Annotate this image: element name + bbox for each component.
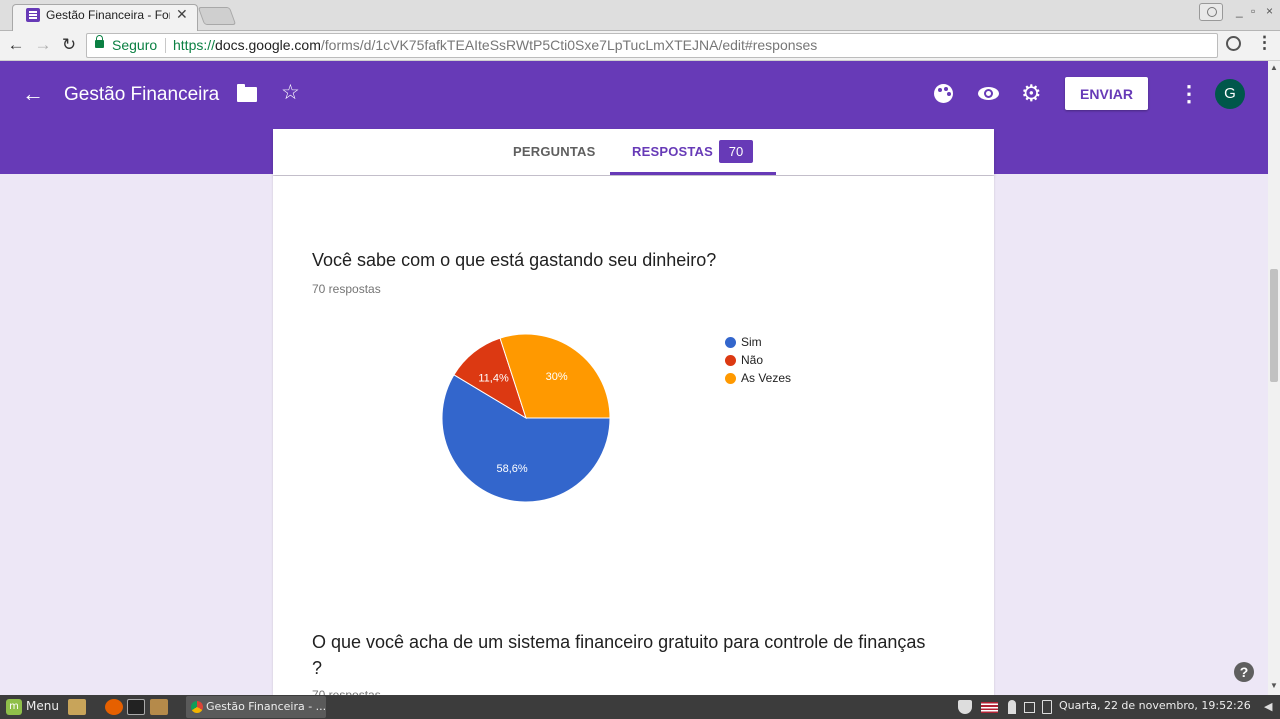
palette-icon[interactable]	[934, 84, 953, 103]
scroll-up-icon[interactable]: ▲	[1270, 63, 1278, 72]
maximize-icon[interactable]: ▫	[1251, 4, 1255, 18]
chrome-menu-icon[interactable]: ⋮	[1256, 33, 1273, 53]
legend-label: As Vezes	[741, 371, 792, 385]
extension-icon[interactable]	[1226, 36, 1241, 51]
legend-item[interactable]: As Vezes	[725, 369, 791, 387]
settings-gear-icon[interactable]: ⚙	[1021, 81, 1042, 105]
chrome-icon	[191, 701, 203, 713]
form-title[interactable]: Gestão Financeira	[64, 84, 219, 106]
legend-item[interactable]: Sim	[725, 333, 791, 351]
firefox-launcher-icon[interactable]	[105, 699, 123, 715]
back-arrow-icon[interactable]: ←	[22, 81, 44, 107]
question-title-continued: ?	[312, 658, 323, 678]
chart-legend: Sim Não As Vezes	[725, 333, 791, 387]
legend-dot	[725, 336, 736, 348]
forms-favicon-icon	[26, 8, 40, 22]
address-bar[interactable]: Seguro https://docs.google.com/forms/d/1…	[86, 33, 1218, 58]
profile-icon[interactable]	[1199, 3, 1223, 21]
taskbar-window-chrome[interactable]: Gestão Financeira - ...	[186, 696, 326, 718]
shield-icon[interactable]	[958, 700, 972, 714]
lock-icon	[95, 35, 104, 48]
scroll-thumb[interactable]	[1270, 269, 1278, 382]
tab-close-icon[interactable]: ✕	[176, 6, 188, 23]
os-taskbar: m Menu Gestão Financeira - ... Quarta, 2…	[0, 695, 1280, 719]
clock[interactable]: Quarta, 22 de novembro, 19:52:26	[1059, 699, 1251, 712]
start-menu-label[interactable]: Menu	[26, 699, 59, 713]
browser-toolbar: ← → ↻ Seguro https://docs.google.com/for…	[0, 31, 1280, 61]
form-tabs: PERGUNTAS RESPOSTAS 70	[273, 129, 994, 175]
folder-launcher-icon[interactable]	[150, 699, 168, 715]
help-icon[interactable]: ?	[1234, 662, 1254, 682]
pie-slice-label: 11,4%	[478, 372, 509, 384]
tab-questions[interactable]: PERGUNTAS	[513, 144, 595, 159]
user-icon[interactable]	[1008, 700, 1016, 714]
question-title: O que você acha de um sistema financeiro…	[312, 632, 926, 652]
back-icon[interactable]: ←	[6, 35, 26, 55]
active-tab-indicator	[610, 172, 776, 175]
secure-label: Seguro	[112, 37, 158, 53]
scroll-down-icon[interactable]: ▼	[1270, 681, 1278, 690]
files-launcher-icon[interactable]	[68, 699, 86, 715]
legend-dot	[725, 354, 736, 366]
us-flag-icon[interactable]	[981, 702, 998, 713]
legend-label: Não	[741, 353, 764, 367]
responses-card: Você sabe com o que está gastando seu di…	[273, 176, 994, 696]
omnibox-divider	[165, 38, 166, 53]
terminal-launcher-icon[interactable]	[127, 699, 145, 715]
legend-item[interactable]: Não	[725, 351, 791, 369]
browser-tab-title: Gestão Financeira - For	[46, 8, 170, 22]
avatar[interactable]: G	[1215, 79, 1245, 109]
new-tab-button[interactable]	[197, 7, 237, 25]
tab-responses[interactable]: RESPOSTAS	[632, 144, 713, 159]
reload-icon[interactable]: ↻	[59, 35, 79, 55]
minimize-icon[interactable]: _	[1236, 4, 1243, 18]
clipboard-icon[interactable]	[1042, 700, 1052, 714]
volume-icon[interactable]: ◀	[1264, 700, 1276, 714]
pie-slice-label: 58,6%	[496, 463, 527, 475]
page-scrollbar[interactable]: ▲ ▼	[1268, 61, 1280, 695]
url-text[interactable]: https://docs.google.com/forms/d/1cVK75fa…	[173, 37, 817, 53]
taskbar-window-label: Gestão Financeira - ...	[206, 700, 327, 713]
mint-logo-icon[interactable]: m	[6, 699, 22, 715]
preview-eye-icon[interactable]	[978, 87, 999, 100]
pie-slice-label: 30%	[546, 371, 568, 383]
more-options-icon[interactable]: ⋮	[1178, 81, 1200, 107]
responses-count-badge: 70	[719, 140, 753, 163]
legend-dot	[725, 372, 736, 384]
pie-chart: 58,6% 11,4% 30%	[441, 333, 611, 503]
star-icon[interactable]: ☆	[281, 80, 300, 105]
window-icon[interactable]	[1024, 702, 1035, 713]
window-close-icon[interactable]: ×	[1266, 4, 1273, 18]
browser-tab-strip: Gestão Financeira - For ✕ _ ▫ ×	[0, 0, 1280, 31]
folder-icon[interactable]	[237, 84, 257, 102]
send-button[interactable]: ENVIAR	[1065, 77, 1148, 110]
forward-icon[interactable]: →	[33, 35, 53, 55]
legend-label: Sim	[741, 335, 762, 349]
